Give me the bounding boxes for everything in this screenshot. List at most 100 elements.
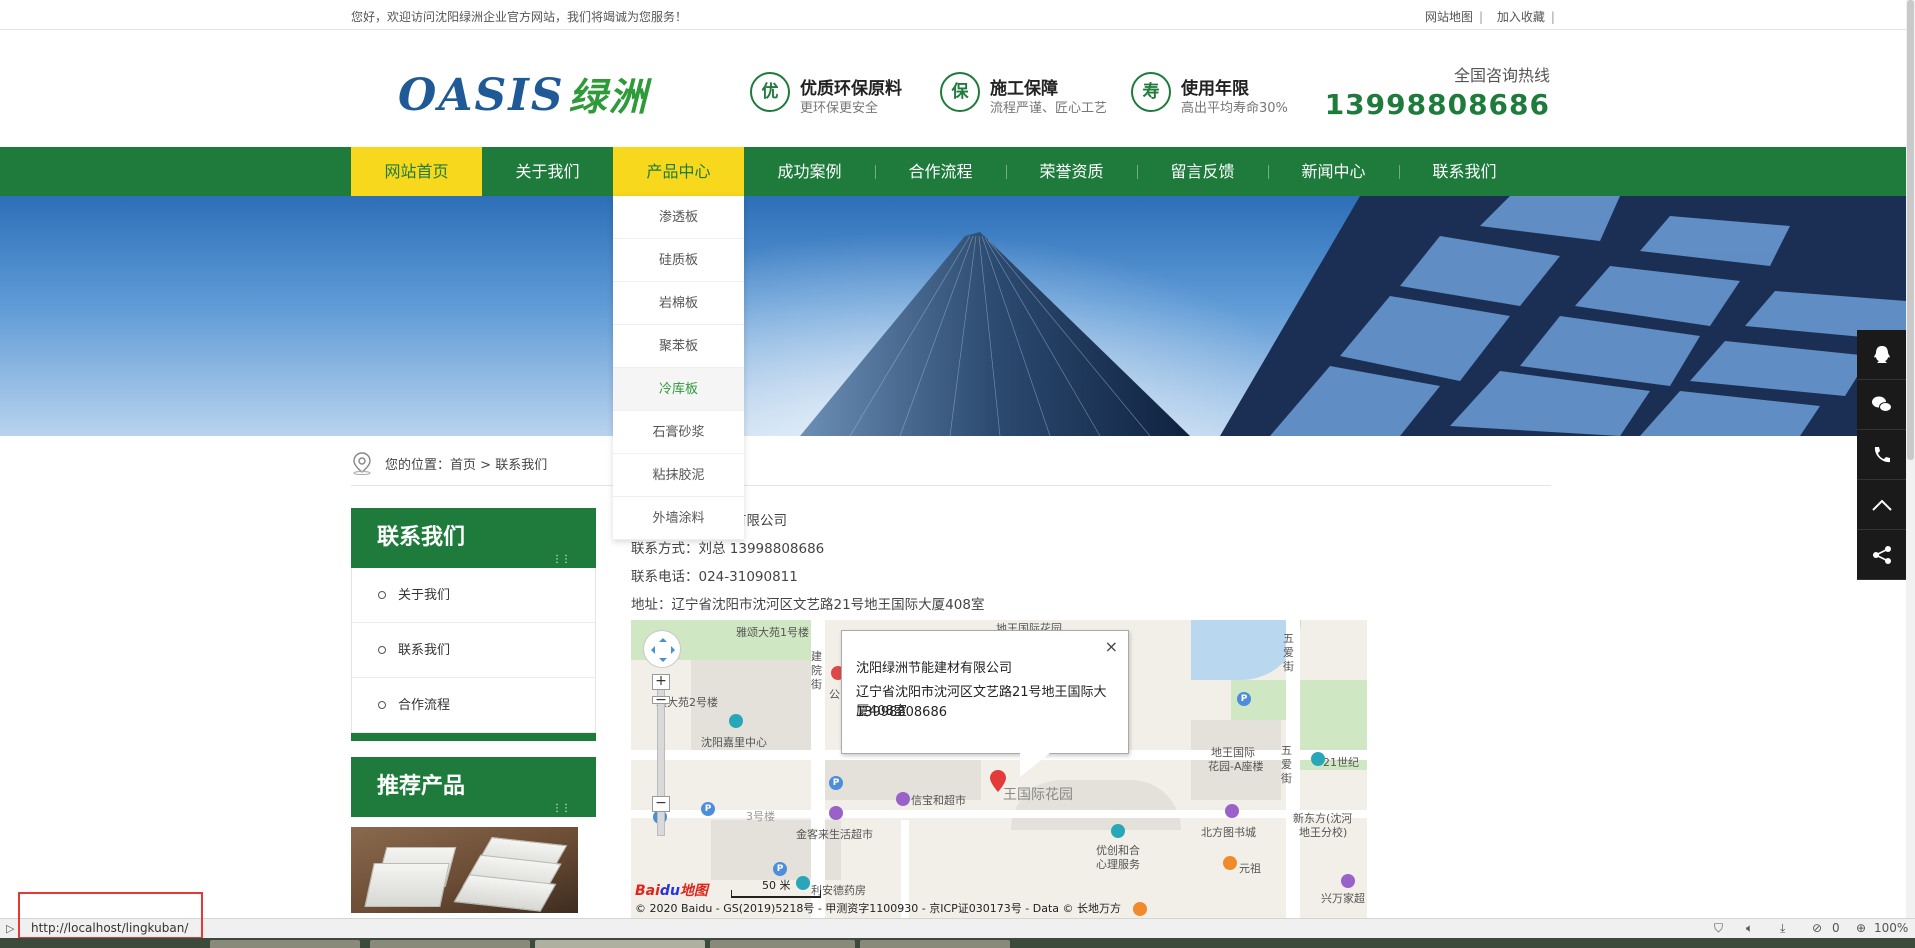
map-poi-icon[interactable]: P [829, 776, 843, 790]
dropdown-item[interactable]: 渗透板 [613, 196, 744, 239]
floating-toolbar [1857, 330, 1906, 580]
taskbar-item[interactable] [370, 940, 530, 948]
feature-sub: 更环保更安全 [800, 101, 879, 116]
map-poi-icon[interactable] [796, 876, 810, 890]
sidebar-item-label: 合作流程 [398, 698, 451, 713]
back-to-top-button[interactable] [1857, 480, 1906, 530]
dropdown-item[interactable]: 石膏砂浆 [613, 411, 744, 454]
close-icon[interactable]: × [1105, 637, 1118, 656]
nav-honors[interactable]: 荣誉资质 [1006, 147, 1137, 196]
breadcrumb: 您的位置：首页 > 联系我们 [351, 450, 1551, 486]
qq-button[interactable] [1857, 330, 1906, 380]
bullet-icon [378, 645, 386, 654]
taskbar-item[interactable] [860, 940, 1010, 948]
contact-address: 地址：辽宁省沈阳市沈河区文艺路21号地王国际大厦408室 [631, 597, 985, 613]
taskbar-item[interactable] [710, 940, 855, 948]
download-icon[interactable]: ⤓ [1780, 921, 1785, 936]
nav-home[interactable]: 网站首页 [351, 147, 482, 196]
sidebar-item-about[interactable]: 关于我们 [352, 568, 595, 623]
nav-news[interactable]: 新闻中心 [1268, 147, 1399, 196]
map-scale-label: 50 米 [762, 879, 791, 892]
hero-banner [0, 196, 1906, 436]
map-poi-icon[interactable] [1225, 804, 1239, 818]
sidebar-contact: 联系我们 ⋮⋮ 关于我们 联系我们 合作流程 [351, 508, 596, 741]
adblock-icon[interactable]: ⊘ [1812, 921, 1822, 935]
top-bar: 您好，欢迎访问沈阳绿洲企业官方网站，我们将竭诚为您服务！ 网站地图 | 加入收藏 | [0, 0, 1906, 30]
map-poi-icon[interactable] [1311, 752, 1325, 766]
baidu-logo-part: du [659, 883, 680, 899]
nav-products[interactable]: 产品中心 [613, 147, 744, 196]
add-favorite-link[interactable]: 加入收藏 [1497, 10, 1545, 24]
glass-wall-image [1220, 196, 1906, 436]
map-poi-icon[interactable]: P [773, 862, 787, 876]
map-poi-icon[interactable] [829, 806, 843, 820]
dropdown-item[interactable]: 岩棉板 [613, 282, 744, 325]
baidu-map-logo: Baidu地图 [635, 880, 708, 900]
map-poi-icon[interactable]: P [701, 802, 715, 816]
nav-feedback[interactable]: 留言反馈 [1137, 147, 1268, 196]
nav-cases[interactable]: 成功案例 [744, 147, 875, 196]
site-logo[interactable]: OASIS 绿洲 [398, 66, 649, 121]
speaker-icon[interactable]: 🔈︎ [1746, 921, 1753, 936]
map-poi-icon[interactable]: P [1237, 692, 1251, 706]
sidebar-item-process[interactable]: 合作流程 [352, 678, 595, 733]
breadcrumb-sep: > [476, 458, 496, 473]
feature-sub: 流程严谨、匠心工艺 [990, 101, 1108, 116]
phone-button[interactable] [1857, 430, 1906, 480]
feature-badge: 保 [940, 72, 980, 112]
dropdown-item[interactable]: 外墙涂料 [613, 497, 744, 540]
map-marker-icon[interactable] [990, 770, 1006, 792]
sidebar-products: 推荐产品 ⋮⋮ [351, 757, 596, 817]
map-poi-icon[interactable] [1341, 874, 1355, 888]
nav-about[interactable]: 关于我们 [482, 147, 613, 196]
map-poi-icon[interactable] [729, 714, 743, 728]
pan-arrows-icon [651, 638, 675, 662]
page-scrollbar[interactable] [1906, 0, 1915, 918]
dropdown-item[interactable]: 硅质板 [613, 239, 744, 282]
dropdown-item[interactable]: 粘抹胶泥 [613, 454, 744, 497]
map-label: 街 [811, 678, 822, 691]
map-poi-icon[interactable] [1111, 824, 1125, 838]
sidebar-item-contact[interactable]: 联系我们 [352, 623, 595, 678]
map-label: 地王分校) [1299, 826, 1348, 839]
zoom-icon[interactable]: ⊕ [1856, 921, 1866, 935]
location-pin-icon [353, 452, 371, 475]
page-scrollbar-thumb[interactable] [1907, 0, 1914, 460]
logo-en: OASIS [398, 70, 565, 121]
taskbar-item[interactable] [535, 940, 705, 948]
status-toggle-icon[interactable]: ▷ [6, 922, 14, 935]
share-button[interactable] [1857, 530, 1906, 580]
wechat-button[interactable] [1857, 380, 1906, 430]
map-label: 雅颂大苑1号楼 [736, 626, 809, 639]
map-copyright: © 2020 Baidu - GS(2019)5218号 - 甲测资字11009… [635, 902, 1122, 915]
phone-icon [1874, 447, 1890, 463]
map-label: 信宝和超市 [911, 794, 966, 807]
shield-icon[interactable]: ⛉ [1714, 921, 1723, 936]
map-zoom-in-button[interactable]: + [652, 674, 670, 690]
dropdown-item[interactable]: 聚苯板 [613, 325, 744, 368]
map-zoom-handle[interactable]: − [652, 693, 670, 707]
browser-status-bar: ▷ http://localhost/lingkuban/ ⛉ 🔈︎ ⤓ ⊘ 0… [0, 892, 1915, 939]
map-poi-icon[interactable] [1223, 856, 1237, 870]
sidebar-products-title: 推荐产品 ⋮⋮ [351, 757, 596, 817]
bullet-icon [378, 700, 386, 709]
feature-title: 优质环保原料 [800, 79, 902, 99]
map-pan-control[interactable] [643, 630, 681, 668]
dropdown-item-hovered[interactable]: 冷库板 [613, 368, 744, 411]
sidebar-contact-title: 联系我们 ⋮⋮ [351, 508, 596, 568]
breadcrumb-home[interactable]: 首页 [450, 458, 476, 473]
zoom-level[interactable]: 100% [1874, 921, 1908, 935]
map-info-window: × 沈阳绿洲节能建材有限公司 辽宁省沈阳市沈河区文艺路21号地王国际大厦408室… [841, 630, 1129, 777]
sitemap-link[interactable]: 网站地图 [1425, 10, 1473, 24]
nav-process[interactable]: 合作流程 [875, 147, 1006, 196]
taskbar-item[interactable] [210, 940, 360, 948]
qq-icon [1874, 346, 1890, 363]
map-poi-icon[interactable] [896, 792, 910, 806]
map-poi-icon[interactable] [1133, 902, 1147, 916]
map-label: 元祖 [1239, 862, 1261, 875]
map-zoom-out-button[interactable]: − [652, 796, 670, 812]
contact-person: 联系方式：刘总 13998808686 [631, 541, 825, 557]
baidu-map[interactable]: 雅颂大苑1号楼 地王国际花园 建 院 街 公 颂大苑2号楼 沈阳嘉里中心 五 爱… [631, 620, 1367, 918]
nav-contact[interactable]: 联系我们 [1399, 147, 1530, 196]
product-image[interactable] [351, 827, 578, 913]
